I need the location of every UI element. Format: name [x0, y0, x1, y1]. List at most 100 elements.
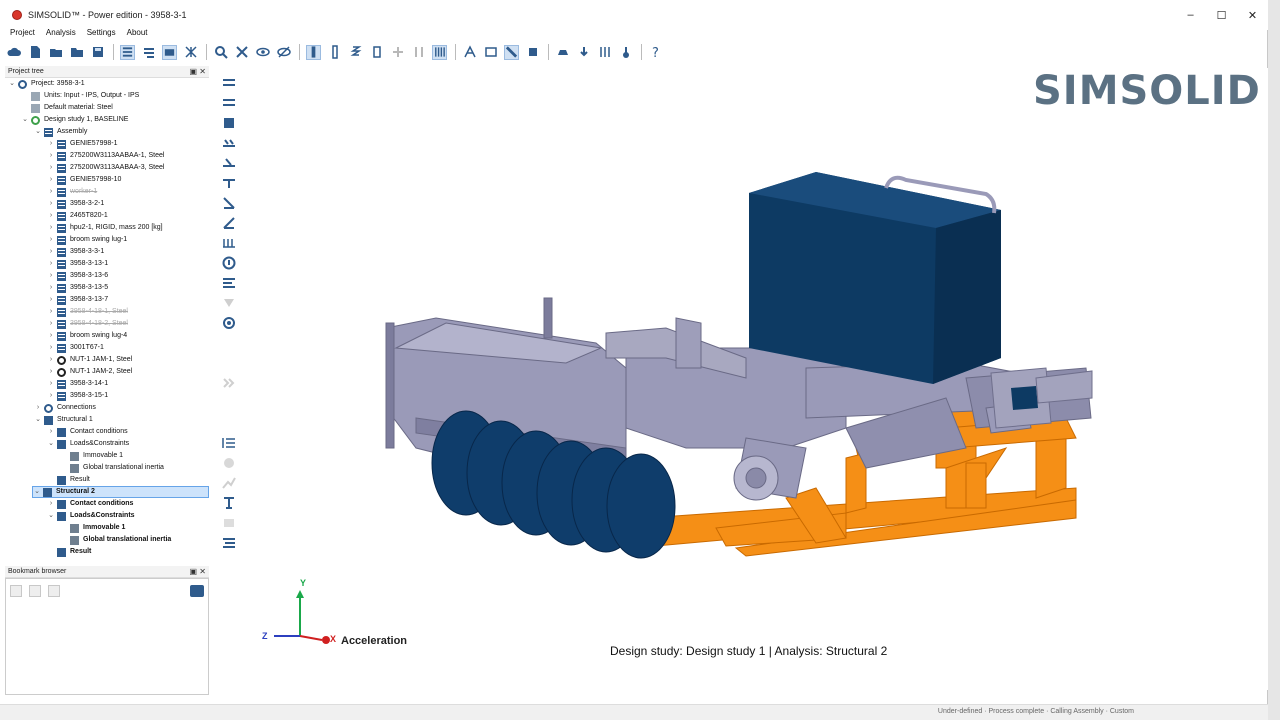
collapse-arrow-icon[interactable]: ⌄ — [34, 414, 42, 426]
tree-item[interactable]: › hpu2-1, RIGID, mass 200 [kg] — [47, 222, 163, 234]
expand-arrow-icon[interactable]: › — [47, 258, 55, 270]
maximize-button[interactable]: ☐ — [1206, 0, 1237, 30]
tree-item[interactable]: › 3001T67-1 — [47, 342, 104, 354]
text-tool-icon[interactable] — [462, 45, 477, 60]
tree-item[interactable]: › Contact conditions — [47, 498, 133, 510]
spring-icon[interactable] — [348, 45, 363, 60]
grid-icon[interactable] — [432, 44, 447, 60]
expand-arrow-icon[interactable]: › — [47, 366, 55, 378]
thermal-icon[interactable] — [618, 45, 633, 60]
tree-item[interactable]: › 3958-3-13-6 — [47, 270, 108, 282]
detail-view-icon[interactable] — [141, 45, 156, 60]
transport-icon[interactable] — [555, 45, 570, 60]
expand-arrow-icon[interactable]: › — [34, 402, 42, 414]
open-folder-icon[interactable] — [48, 45, 63, 60]
tree-item[interactable]: Global translational inertia — [60, 462, 164, 474]
sliding-constraint-icon[interactable] — [221, 136, 237, 150]
minimize-button[interactable]: – — [1175, 0, 1206, 30]
menu-about[interactable]: About — [127, 28, 148, 40]
measure-icon[interactable] — [483, 45, 498, 60]
tree-item[interactable]: Result — [47, 546, 91, 558]
tree-item[interactable]: Result — [47, 474, 90, 486]
tree-item[interactable]: › Contact conditions — [47, 426, 128, 438]
expand-arrow-icon[interactable]: › — [47, 342, 55, 354]
tree-item[interactable]: › 3958-3-15-1 — [47, 390, 108, 402]
tree-item[interactable]: ⌄ Design study 1, BASELINE — [21, 114, 128, 126]
expand-arrow-icon[interactable]: › — [47, 138, 55, 150]
bookmark-copy-icon[interactable] — [10, 585, 22, 597]
expand-arrow-icon[interactable]: › — [47, 426, 55, 438]
expand-arrow-icon[interactable]: › — [47, 150, 55, 162]
tree-item[interactable]: ⌄ Structural 1 — [34, 414, 93, 426]
expand-arrow-icon[interactable]: › — [47, 498, 55, 510]
save-icon[interactable] — [90, 45, 105, 60]
displacement-icon[interactable] — [221, 176, 237, 190]
tree-item[interactable]: Global translational inertia — [60, 534, 171, 546]
new-file-icon[interactable] — [27, 45, 42, 60]
tree-item[interactable]: ⌄ Assembly — [34, 126, 87, 138]
tree-item[interactable]: › GENIE57998-1 — [47, 138, 117, 150]
3d-viewport[interactable]: SIMSOLID — [246, 68, 1268, 690]
tree-item[interactable]: Immovable 1 — [60, 522, 125, 534]
expand-arrow-icon[interactable]: › — [47, 210, 55, 222]
inertia-icon[interactable] — [221, 276, 237, 290]
camera-icon[interactable] — [190, 585, 204, 597]
report-icon[interactable] — [221, 496, 237, 510]
tree-item[interactable]: › 275200W3113AABAA-3, Steel — [47, 162, 164, 174]
gravity-icon[interactable] — [221, 256, 237, 270]
menu-analysis[interactable]: Analysis — [46, 28, 76, 40]
menu-settings[interactable]: Settings — [87, 28, 116, 40]
close-button[interactable]: ✕ — [1237, 0, 1268, 30]
tree-item[interactable]: Units: Input - IPS, Output - IPS — [21, 90, 139, 102]
explode-icon[interactable] — [234, 45, 249, 60]
weld-icon[interactable] — [369, 45, 384, 60]
tree-item[interactable]: › 3958-4-18-2, Steel — [47, 318, 128, 330]
expand-arrow-icon[interactable]: › — [47, 270, 55, 282]
collapse-arrow-icon[interactable]: ⌄ — [34, 126, 42, 138]
tree-item[interactable]: ⌄ Structural 2 — [32, 486, 209, 498]
force-icon[interactable] — [221, 196, 237, 210]
bolt-icon[interactable] — [327, 45, 342, 60]
expand-arrow-icon[interactable]: › — [47, 330, 55, 342]
expand-arrow-icon[interactable]: › — [47, 186, 55, 198]
open-project-icon[interactable] — [69, 45, 84, 60]
hide-icon[interactable] — [276, 45, 291, 60]
collapse-arrow-icon[interactable]: ⌄ — [21, 114, 29, 126]
tree-item[interactable]: › 3958-4-18-1, Steel — [47, 306, 128, 318]
solid-view-icon[interactable] — [162, 44, 177, 60]
collapse-arrow-icon[interactable]: ⌄ — [8, 78, 16, 90]
bookmark-add-icon[interactable] — [29, 585, 41, 597]
section-icon[interactable] — [504, 44, 519, 60]
hydraulic-tank[interactable] — [749, 172, 1001, 384]
expand-arrow-icon[interactable]: › — [47, 318, 55, 330]
connection-icon[interactable] — [306, 44, 321, 60]
tree-item[interactable]: › 3958-3-13-7 — [47, 294, 108, 306]
settings-list-icon[interactable] — [221, 536, 237, 550]
expand-arrow-icon[interactable]: › — [47, 222, 55, 234]
tree-item[interactable]: ⌄ Loads&Constraints — [47, 438, 129, 450]
tree-item[interactable]: Immovable 1 — [60, 450, 123, 462]
tree-item[interactable]: › 3958-3-13-1 — [47, 258, 108, 270]
expand-arrow-icon[interactable]: › — [47, 246, 55, 258]
tree-item[interactable]: › 3958-3-13-5 — [47, 282, 108, 294]
tree-item[interactable]: ⌄ Project: 3958-3-1 — [8, 78, 85, 90]
tree-item[interactable]: › 2465T820-1 — [47, 210, 108, 222]
tree-item[interactable]: › worker-1 — [47, 186, 97, 198]
collapse-arrow-icon[interactable]: ⌄ — [47, 438, 55, 450]
hinge-constraint-icon[interactable] — [221, 156, 237, 170]
tree-item[interactable]: › broom swing lug-4 — [47, 330, 127, 342]
expand-arrow-icon[interactable]: › — [47, 198, 55, 210]
pressure-load-icon[interactable] — [221, 216, 237, 230]
expand-arrow-icon[interactable]: › — [47, 354, 55, 366]
list-view-icon[interactable] — [120, 44, 135, 60]
distributed-load-icon[interactable] — [221, 236, 237, 250]
mesh-view-icon[interactable] — [183, 45, 198, 60]
cloud-icon[interactable] — [6, 45, 21, 60]
tree-item[interactable]: › NUT-1 JAM-1, Steel — [47, 354, 132, 366]
clip-icon[interactable] — [525, 45, 540, 60]
expand-arrow-icon[interactable]: › — [47, 390, 55, 402]
zoom-fit-icon[interactable] — [213, 45, 228, 60]
expand-arrow-icon[interactable]: › — [47, 162, 55, 174]
collapse-arrow-icon[interactable]: ⌄ — [47, 510, 55, 522]
expand-arrow-icon[interactable]: › — [47, 294, 55, 306]
